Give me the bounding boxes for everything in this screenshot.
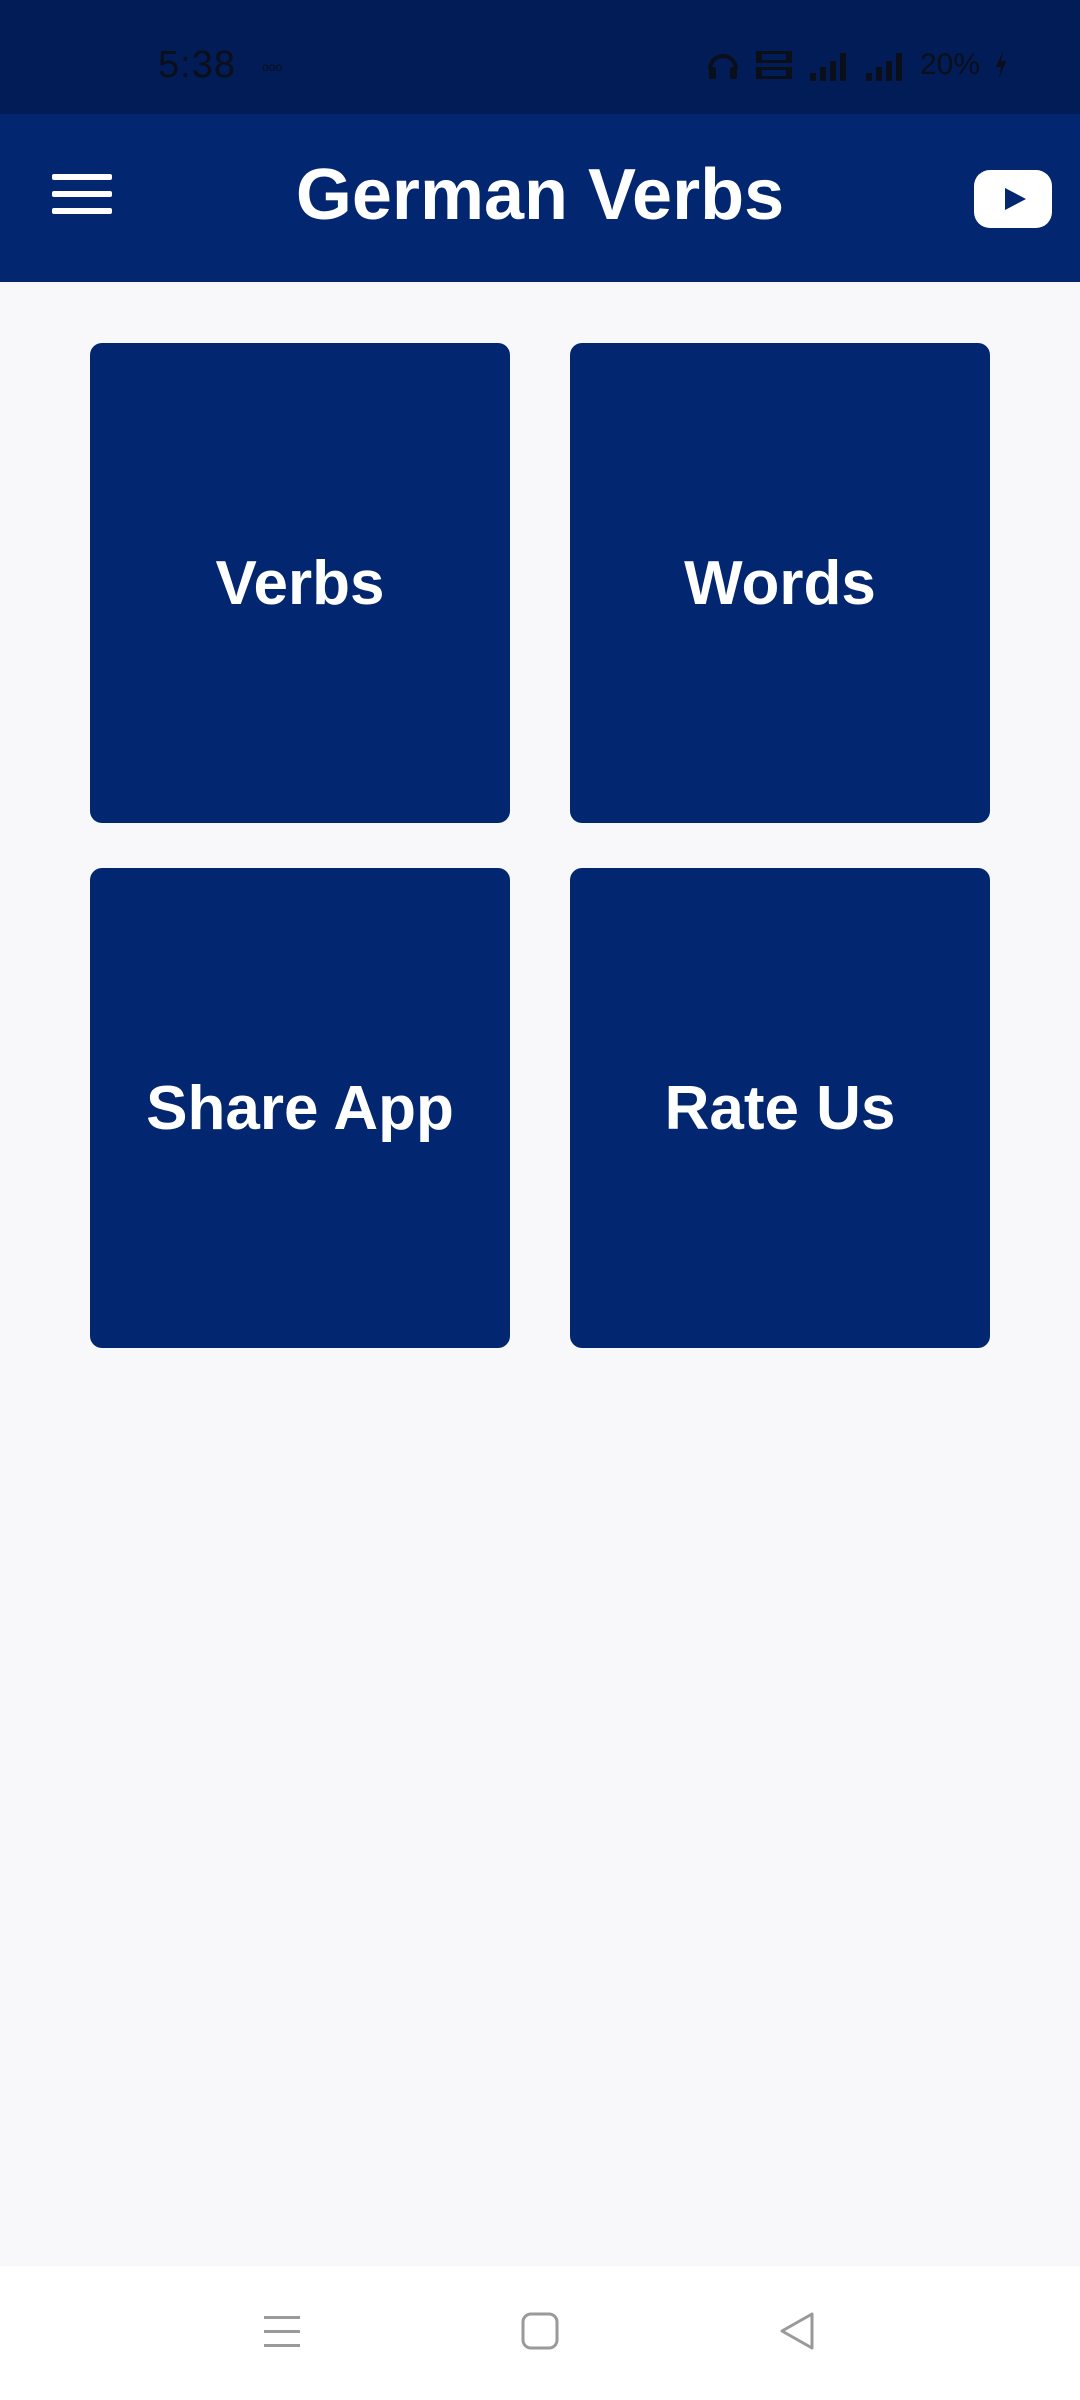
youtube-icon: [1005, 188, 1026, 210]
tile-label: Share App: [146, 1073, 454, 1143]
tile-label: Words: [684, 548, 876, 618]
back-button[interactable]: [778, 2310, 818, 2359]
status-time: 5:38: [158, 44, 236, 86]
headphones-icon: [707, 54, 738, 79]
status-icons: 20%: [706, 48, 1008, 82]
recent-apps-icon: [264, 2316, 300, 2347]
verbs-tile-button[interactable]: Verbs: [90, 343, 510, 823]
system-navigation-bar: [0, 2266, 1080, 2400]
battery-charging-icon: [996, 51, 1006, 79]
signal-icon: [865, 53, 902, 81]
words-tile-button[interactable]: Words: [570, 343, 990, 823]
volte-icon: [755, 51, 792, 79]
status-bar: 5:38 ooo 20%: [0, 0, 1080, 114]
home-button[interactable]: [520, 2310, 560, 2359]
back-icon: [780, 2312, 814, 2350]
tile-label: Rate Us: [664, 1073, 896, 1143]
recent-apps-button[interactable]: [262, 2310, 302, 2359]
home-icon: [521, 2312, 559, 2350]
youtube-button[interactable]: [974, 170, 1052, 228]
battery-percent: 20%: [919, 48, 980, 81]
notification-dots: ooo: [262, 60, 283, 74]
rate-us-tile-button[interactable]: Rate Us: [570, 868, 990, 1348]
signal-icon: [809, 53, 846, 81]
app-bar: German Verbs: [0, 114, 1080, 282]
tile-label: Verbs: [215, 548, 385, 618]
app-title: German Verbs: [295, 155, 785, 235]
share-app-tile-button[interactable]: Share App: [90, 868, 510, 1348]
